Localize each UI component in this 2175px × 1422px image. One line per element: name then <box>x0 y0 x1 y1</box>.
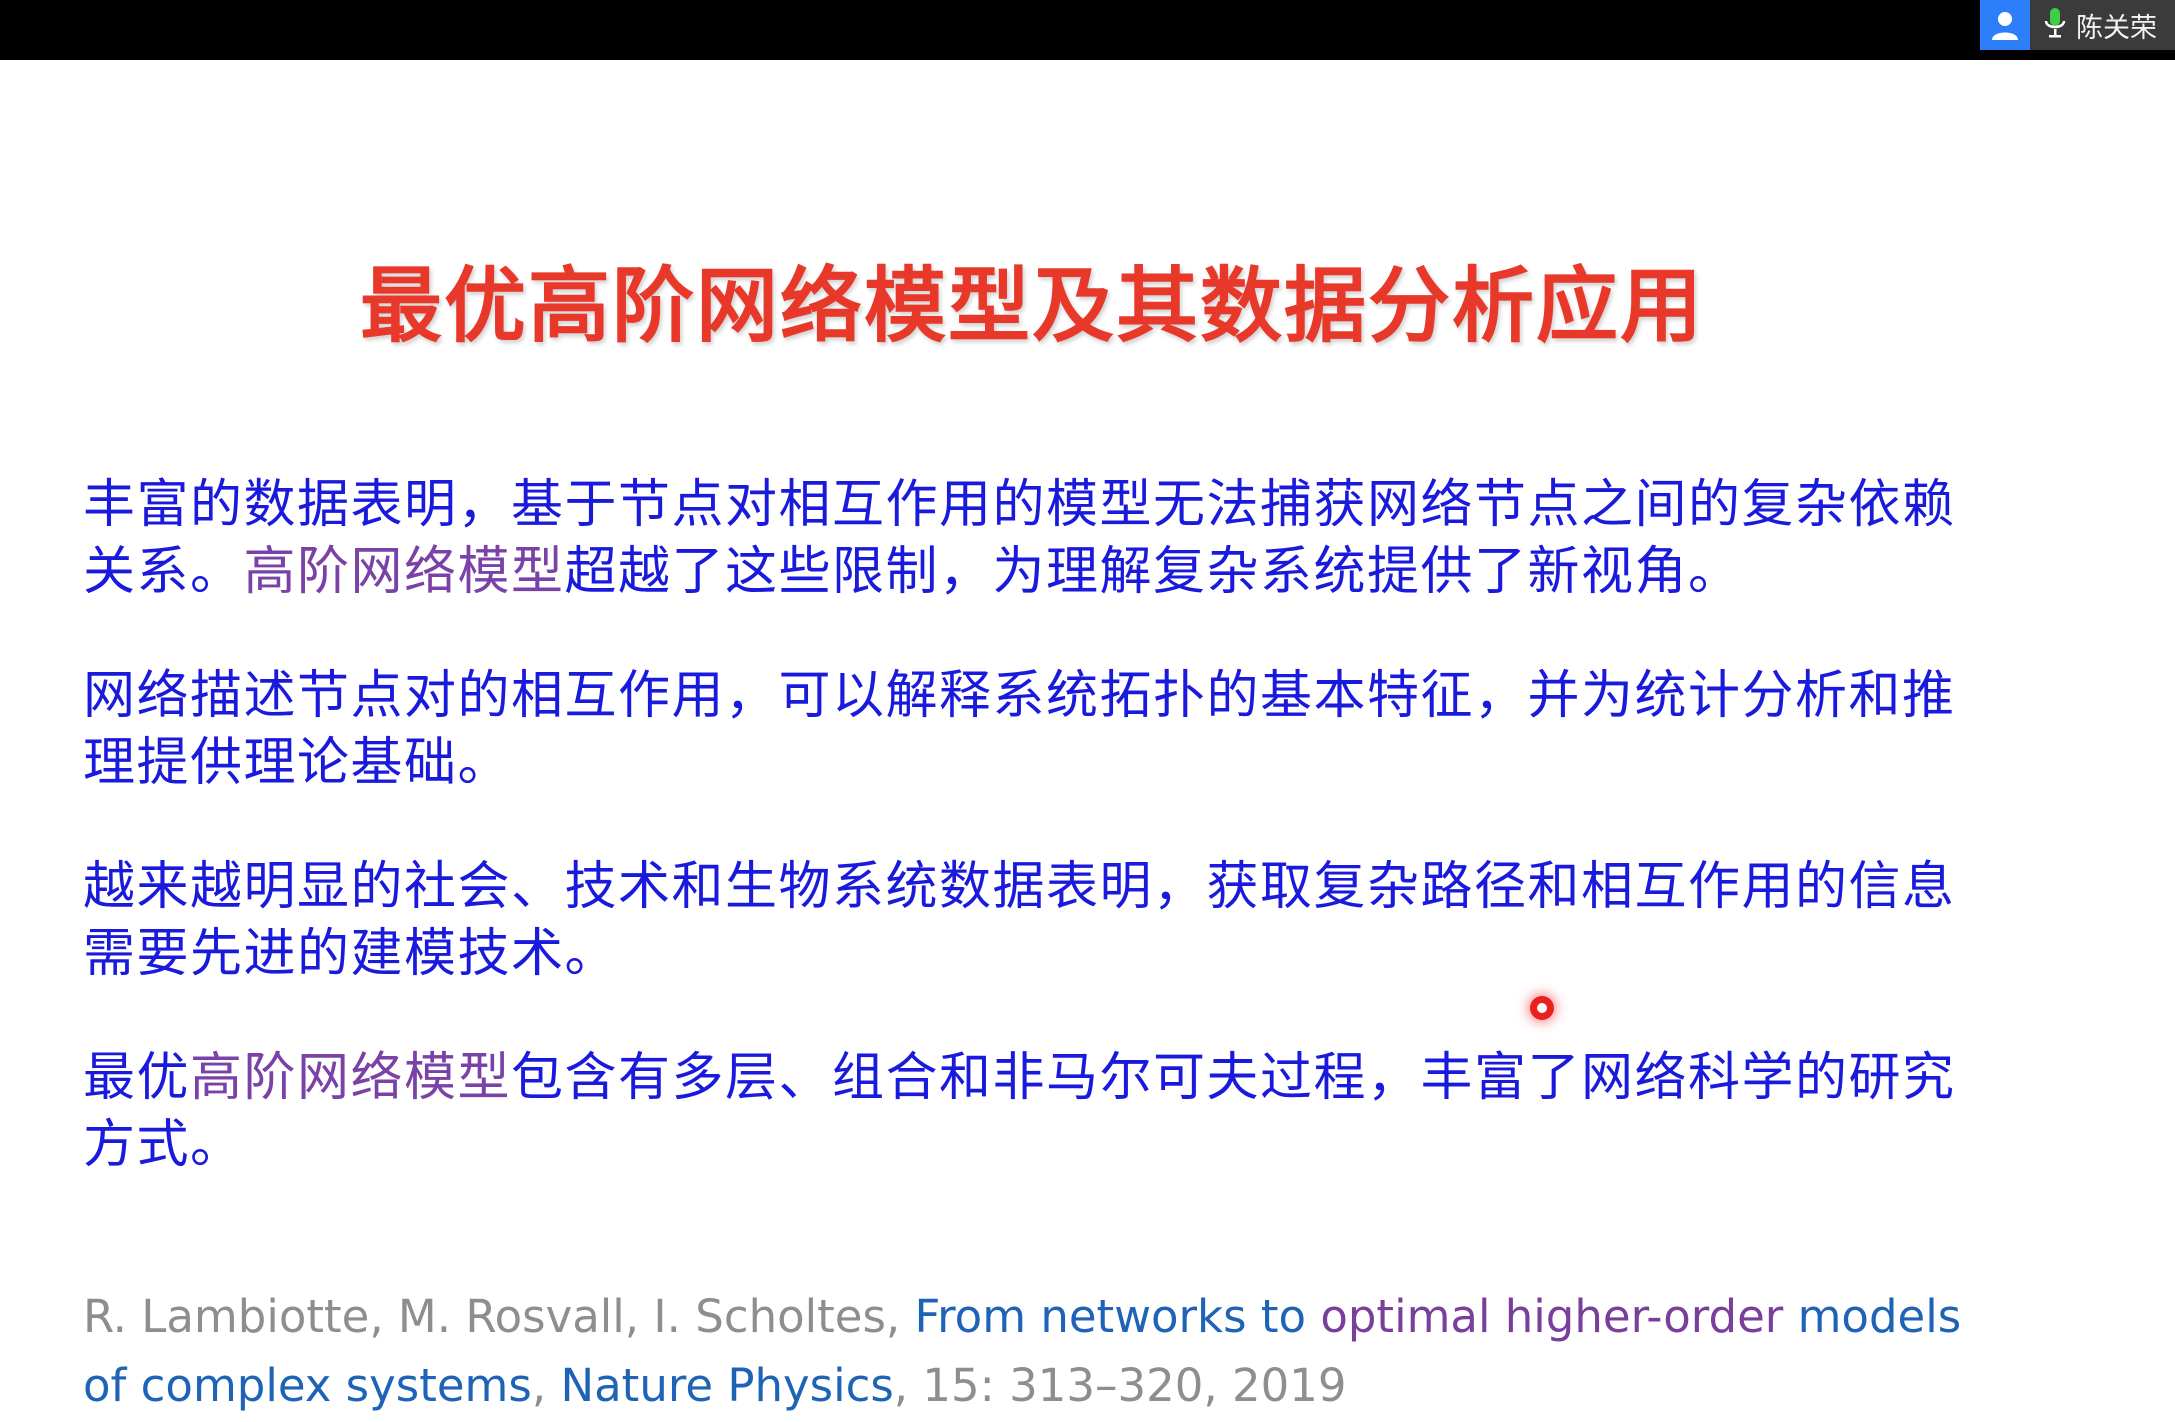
slide-paragraph-1: 丰富的数据表明，基于节点对相互作用的模型无法捕获网络节点之间的复杂依赖关系。高阶… <box>83 472 1983 606</box>
citation-journal: Nature Physics <box>560 1359 894 1412</box>
presentation-slide: 最优高阶网络模型及其数据分析应用 丰富的数据表明，基于节点对相互作用的模型无法捕… <box>0 60 2175 1422</box>
paragraph-text: 超越了这些限制，为理解复杂系统提供了新视角。 <box>564 542 1742 602</box>
citation-title-part-2: optimal higher-order <box>1320 1290 1784 1343</box>
slide-paragraph-3: 越来越明显的社会、技术和生物系统数据表明，获取复杂路径和相互作用的信息需要先进的… <box>83 854 1983 988</box>
citation-authors: R. Lambiotte, M. Rosvall, I. Scholtes, <box>83 1290 915 1343</box>
slide-paragraph-2: 网络描述节点对的相互作用，可以解释系统拓扑的基本特征，并为统计分析和推理提供理论… <box>83 663 1983 797</box>
paragraph-text: 最优 <box>83 1048 191 1108</box>
laser-pointer-icon <box>1530 996 1554 1020</box>
citation-title-part-1: From networks to <box>914 1290 1321 1343</box>
meeting-top-bar: 陈关荣 <box>0 0 2175 60</box>
speaker-name-box: 陈关荣 <box>2030 0 2175 50</box>
citation-separator: , <box>531 1359 561 1412</box>
paragraph-text: 网络描述节点对的相互作用，可以解释系统拓扑的基本特征，并为统计分析和推理提供理论… <box>83 666 1956 793</box>
slide-title: 最优高阶网络模型及其数据分析应用 <box>360 259 1705 354</box>
citation: R. Lambiotte, M. Rosvall, I. Scholtes, F… <box>83 1282 1983 1420</box>
citation-details: , 15: 313–320, 2019 <box>893 1359 1347 1412</box>
speaker-name: 陈关荣 <box>2076 12 2157 44</box>
user-icon <box>1980 0 2030 50</box>
active-speaker-indicator[interactable]: 陈关荣 <box>1980 0 2175 50</box>
highlighted-term: 高阶网络模型 <box>243 542 565 602</box>
slide-paragraph-4: 最优高阶网络模型包含有多层、组合和非马尔可夫过程，丰富了网络科学的研究方式。 <box>83 1045 1983 1179</box>
paragraph-text: 越来越明显的社会、技术和生物系统数据表明，获取复杂路径和相互作用的信息需要先进的… <box>83 857 1956 984</box>
microphone-icon <box>2044 7 2066 43</box>
highlighted-term: 高阶网络模型 <box>190 1048 512 1108</box>
